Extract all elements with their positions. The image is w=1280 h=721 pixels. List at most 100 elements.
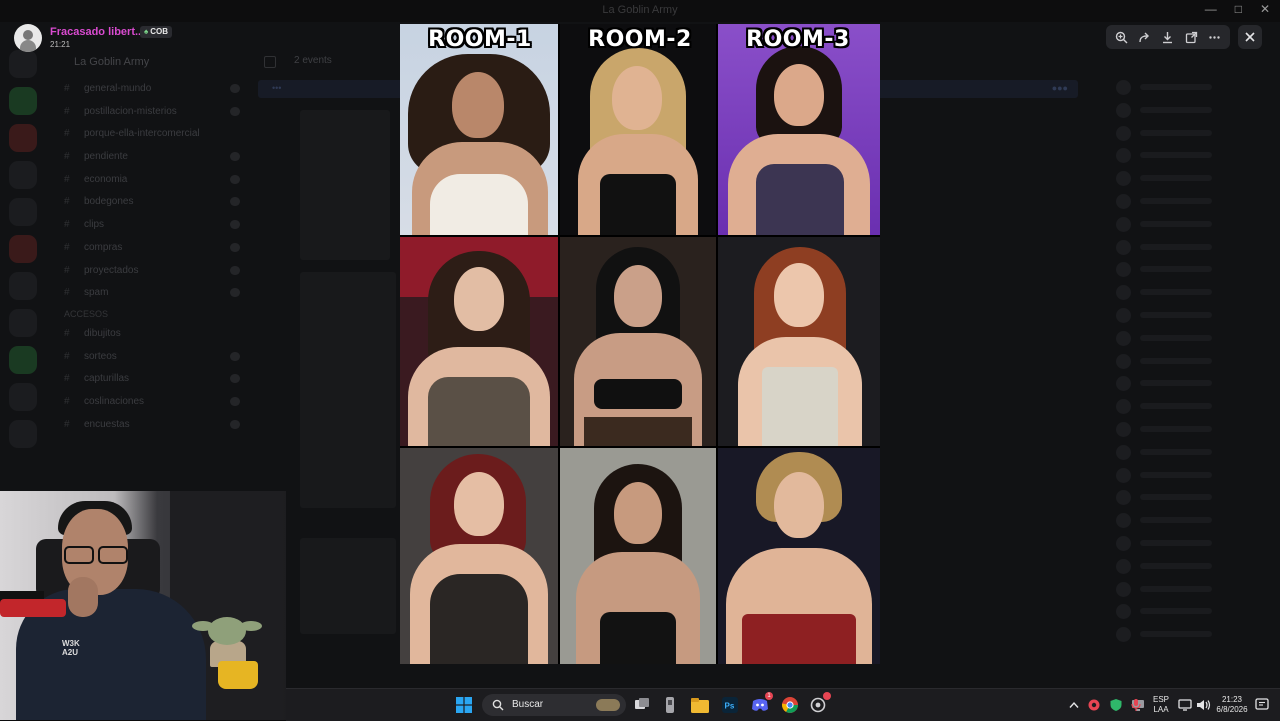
- member-item[interactable]: [1100, 213, 1280, 236]
- member-item[interactable]: [1100, 190, 1280, 213]
- member-item[interactable]: [1100, 486, 1280, 509]
- file-explorer-icon: [691, 697, 709, 713]
- member-item[interactable]: [1100, 372, 1280, 395]
- channel-item[interactable]: # sorteos: [46, 346, 246, 369]
- server-icon[interactable]: [9, 87, 37, 115]
- member-item[interactable]: [1100, 578, 1280, 601]
- taskbar-app[interactable]: [690, 695, 710, 715]
- channel-item[interactable]: # porque-ella-intercomercial: [46, 123, 246, 146]
- volume-icon: [1197, 700, 1211, 710]
- room-label: ROOM-1: [428, 27, 532, 52]
- member-item[interactable]: [1100, 350, 1280, 373]
- server-name[interactable]: La Goblin Army: [46, 50, 246, 78]
- notice-button[interactable]: ●●●: [1052, 83, 1068, 93]
- chrome-icon: [782, 697, 798, 713]
- member-item[interactable]: [1100, 532, 1280, 555]
- tray-app[interactable]: [1084, 695, 1104, 715]
- start-button[interactable]: [454, 695, 474, 715]
- taskbar-app[interactable]: [808, 692, 831, 715]
- discord-icon: [752, 699, 768, 711]
- viewer-toolbar: [1106, 25, 1230, 49]
- server-icon[interactable]: [9, 420, 37, 448]
- cup: [218, 661, 258, 689]
- channel-item[interactable]: # general-mundo: [46, 78, 246, 101]
- minimize-icon[interactable]: —: [1205, 2, 1217, 16]
- author-name[interactable]: Fracasado libert...: [50, 26, 144, 38]
- server-icon[interactable]: [9, 235, 37, 263]
- channel-item[interactable]: # coslinaciones: [46, 391, 246, 414]
- member-item[interactable]: [1100, 304, 1280, 327]
- channel-item[interactable]: # bodegones: [46, 191, 246, 214]
- message-image[interactable]: [300, 110, 390, 260]
- member-item[interactable]: [1100, 258, 1280, 281]
- window-close-icon[interactable]: ✕: [1260, 2, 1270, 16]
- channel-item[interactable]: # dibujitos: [46, 323, 246, 346]
- download-icon[interactable]: [1159, 28, 1177, 46]
- channel-item[interactable]: # proyectados: [46, 260, 246, 283]
- clock[interactable]: 21:23 6/8/2026: [1212, 695, 1252, 715]
- member-item[interactable]: [1100, 236, 1280, 259]
- network-button[interactable]: [1176, 695, 1196, 715]
- shirt-logo: W3K A2U: [62, 639, 80, 657]
- member-item[interactable]: [1100, 600, 1280, 623]
- channel-item[interactable]: # clips: [46, 214, 246, 237]
- server-icon[interactable]: [9, 198, 37, 226]
- taskbar-app[interactable]: [660, 695, 680, 715]
- taskbar-app[interactable]: 1: [750, 692, 773, 715]
- member-item[interactable]: [1100, 122, 1280, 145]
- member-item[interactable]: [1100, 76, 1280, 99]
- server-icon[interactable]: [9, 124, 37, 152]
- zoom-icon[interactable]: [1113, 28, 1131, 46]
- channel-item[interactable]: # compras: [46, 237, 246, 260]
- channel-item[interactable]: # economia: [46, 169, 246, 192]
- member-item[interactable]: [1100, 418, 1280, 441]
- notification-badge: 1: [765, 692, 773, 700]
- channel-item[interactable]: # encuestas: [46, 414, 246, 437]
- member-item[interactable]: [1100, 395, 1280, 418]
- server-icon[interactable]: [9, 272, 37, 300]
- member-item[interactable]: [1100, 99, 1280, 122]
- collage-image[interactable]: ROOM-1 ROOM-2 ROOM-3: [400, 24, 880, 664]
- member-item[interactable]: [1100, 623, 1280, 646]
- member-item[interactable]: [1100, 509, 1280, 532]
- maximize-icon[interactable]: □: [1235, 2, 1242, 16]
- channel-item[interactable]: # spam: [46, 282, 246, 305]
- tray-overflow-button[interactable]: [1064, 695, 1084, 715]
- tray-app-icon: [1088, 699, 1100, 711]
- message-image[interactable]: [300, 272, 396, 508]
- close-viewer-button[interactable]: [1238, 25, 1262, 49]
- notifications-button[interactable]: [1252, 695, 1272, 715]
- server-icon[interactable]: [9, 50, 37, 78]
- avatar[interactable]: [14, 24, 42, 52]
- server-icon[interactable]: [9, 309, 37, 337]
- forward-icon[interactable]: [1136, 28, 1154, 46]
- task-view-button[interactable]: [632, 695, 652, 715]
- member-item[interactable]: [1100, 555, 1280, 578]
- server-icon[interactable]: [9, 383, 37, 411]
- channel-item[interactable]: # pendiente: [46, 146, 246, 169]
- channel-item[interactable]: # capturillas: [46, 368, 246, 391]
- more-options-icon[interactable]: [1205, 28, 1223, 46]
- events-count[interactable]: 2 events: [294, 55, 332, 66]
- member-item[interactable]: [1100, 167, 1280, 190]
- tray-app[interactable]: [1106, 695, 1126, 715]
- server-icon[interactable]: [9, 161, 37, 189]
- input-language[interactable]: ESP LAA: [1148, 695, 1174, 715]
- member-item[interactable]: [1100, 327, 1280, 350]
- member-item[interactable]: [1100, 281, 1280, 304]
- taskbar-app[interactable]: Ps: [720, 695, 740, 715]
- thread-icon[interactable]: [264, 56, 276, 68]
- room-label: ROOM-3: [746, 27, 850, 52]
- microphone-tray[interactable]: [1126, 695, 1146, 715]
- channel-category[interactable]: ACCESOS: [46, 305, 246, 323]
- open-external-icon[interactable]: [1182, 28, 1200, 46]
- member-item[interactable]: [1100, 464, 1280, 487]
- channel-item[interactable]: # postillacion-misterios: [46, 101, 246, 124]
- volume-button[interactable]: [1194, 695, 1214, 715]
- member-item[interactable]: [1100, 144, 1280, 167]
- taskbar-search[interactable]: Buscar: [482, 694, 626, 716]
- server-icon[interactable]: [9, 346, 37, 374]
- member-item[interactable]: [1100, 441, 1280, 464]
- message-image[interactable]: [300, 538, 396, 634]
- taskbar-app[interactable]: [780, 695, 800, 715]
